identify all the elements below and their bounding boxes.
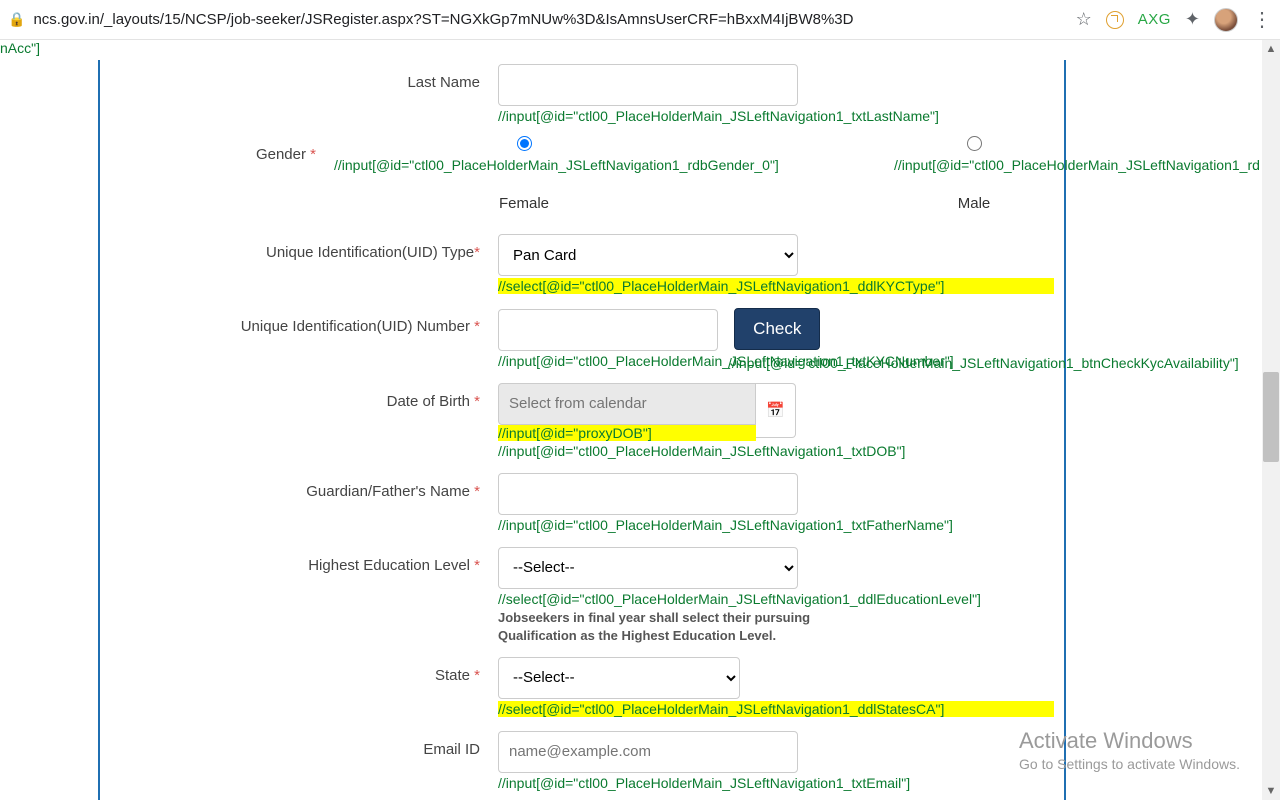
extension-axg-icon[interactable]: AXG bbox=[1138, 11, 1171, 28]
row-gender: Gender * //input[@id="ctl00_PlaceHolderM… bbox=[100, 128, 1064, 216]
xpath-gender-male: //input[@id="ctl00_PlaceHolderMain_JSLef… bbox=[894, 157, 1054, 173]
row-email: Email ID //input[@id="ctl00_PlaceHolderM… bbox=[100, 721, 1064, 795]
row-state: State * --Select-- //select[@id="ctl00_P… bbox=[100, 647, 1064, 721]
xpath-gender-female: //input[@id="ctl00_PlaceHolderMain_JSLef… bbox=[334, 157, 714, 173]
label-email: Email ID bbox=[100, 731, 498, 758]
state-select[interactable]: --Select-- bbox=[498, 657, 740, 699]
xpath-check-button: //input[@id="ctl00_PlaceHolderMain_JSLef… bbox=[728, 355, 1239, 371]
row-last-name: Last Name //input[@id="ctl00_PlaceHolder… bbox=[100, 60, 1064, 128]
uid-type-select[interactable]: Pan Card bbox=[498, 234, 798, 276]
gender-male-radio[interactable] bbox=[967, 136, 982, 151]
profile-avatar[interactable] bbox=[1214, 8, 1238, 32]
label-gender: Gender * bbox=[100, 136, 334, 163]
url-text[interactable]: ncs.gov.in/_layouts/15/NCSP/job-seeker/J… bbox=[33, 11, 1067, 28]
label-dob: Date of Birth * bbox=[100, 383, 498, 410]
email-input[interactable] bbox=[498, 731, 798, 773]
xpath-education: //select[@id="ctl00_PlaceHolderMain_JSLe… bbox=[498, 591, 1054, 607]
label-education: Highest Education Level * bbox=[100, 547, 498, 574]
label-last-name: Last Name bbox=[100, 64, 498, 91]
row-uid-type: Unique Identification(UID) Type* Pan Car… bbox=[100, 216, 1064, 298]
browser-menu-icon[interactable]: ⋮ bbox=[1252, 10, 1272, 30]
scroll-thumb[interactable] bbox=[1263, 372, 1279, 462]
xpath-last-name: //input[@id="ctl00_PlaceHolderMain_JSLef… bbox=[498, 108, 1054, 124]
row-education: Highest Education Level * --Select-- //s… bbox=[100, 537, 1064, 647]
label-guardian: Guardian/Father's Name * bbox=[100, 473, 498, 500]
xpath-state: //select[@id="ctl00_PlaceHolderMain_JSLe… bbox=[498, 701, 1054, 717]
uid-number-input[interactable] bbox=[498, 309, 718, 351]
row-guardian: Guardian/Father's Name * //input[@id="ct… bbox=[100, 463, 1064, 537]
extensions-puzzle-icon[interactable]: ✦ bbox=[1185, 9, 1200, 30]
last-name-input[interactable] bbox=[498, 64, 798, 106]
calendar-icon: 📅 bbox=[766, 401, 785, 419]
row-uid-number: Unique Identification(UID) Number * Chec… bbox=[100, 298, 1064, 373]
vertical-scrollbar[interactable]: ▲ ▼ bbox=[1262, 40, 1280, 800]
gender-male-label: Male bbox=[894, 195, 1054, 212]
page-viewport: Last Name //input[@id="ctl00_PlaceHolder… bbox=[0, 40, 1260, 800]
gender-female-label: Female bbox=[334, 195, 714, 212]
xpath-uid-type: //select[@id="ctl00_PlaceHolderMain_JSLe… bbox=[498, 278, 1054, 294]
xpath-dob: //input[@id="ctl00_PlaceHolderMain_JSLef… bbox=[498, 443, 1054, 459]
scroll-up-arrow[interactable]: ▲ bbox=[1262, 40, 1280, 58]
xpath-proxy-dob: //input[@id="proxyDOB"] bbox=[498, 425, 756, 441]
row-dob: Date of Birth * //input[@id="proxyDOB"] … bbox=[100, 373, 1064, 463]
bookmark-star-icon[interactable]: ☆ bbox=[1076, 9, 1092, 30]
education-select[interactable]: --Select-- bbox=[498, 547, 798, 589]
registration-form-panel: Last Name //input[@id="ctl00_PlaceHolder… bbox=[98, 60, 1066, 800]
extension-clock-icon[interactable] bbox=[1106, 11, 1124, 29]
education-note-1: Jobseekers in final year shall select th… bbox=[498, 610, 1054, 625]
lock-icon: 🔒 bbox=[8, 11, 25, 28]
label-uid-number: Unique Identification(UID) Number * bbox=[100, 308, 498, 335]
xpath-email: //input[@id="ctl00_PlaceHolderMain_JSLef… bbox=[498, 775, 1054, 791]
label-state: State * bbox=[100, 657, 498, 684]
check-button[interactable]: Check bbox=[734, 308, 820, 350]
label-uid-type: Unique Identification(UID) Type* bbox=[100, 234, 498, 261]
gender-female-radio[interactable] bbox=[517, 136, 532, 151]
calendar-button[interactable]: 📅 bbox=[756, 383, 796, 438]
dob-input[interactable] bbox=[498, 383, 756, 425]
education-note-2: Qualification as the Highest Education L… bbox=[498, 628, 1054, 643]
browser-address-bar: 🔒 ncs.gov.in/_layouts/15/NCSP/job-seeker… bbox=[0, 0, 1280, 40]
xpath-guardian: //input[@id="ctl00_PlaceHolderMain_JSLef… bbox=[498, 517, 1054, 533]
scroll-down-arrow[interactable]: ▼ bbox=[1262, 782, 1280, 800]
guardian-input[interactable] bbox=[498, 473, 798, 515]
